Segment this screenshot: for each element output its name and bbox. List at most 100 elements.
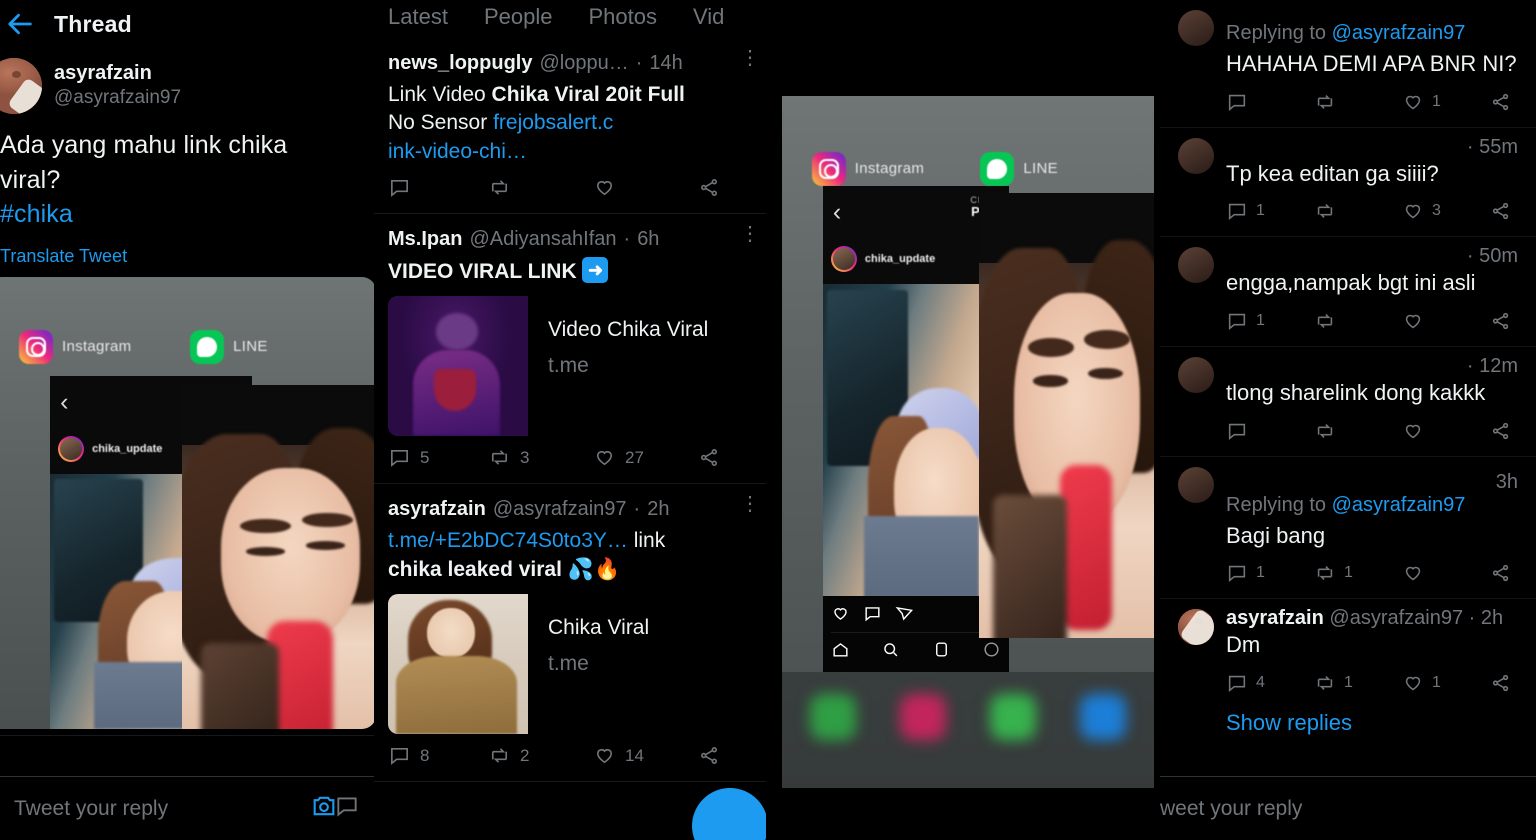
avatar[interactable]: [1178, 357, 1214, 394]
line-window-card: [182, 384, 374, 729]
avatar[interactable]: [1178, 466, 1214, 503]
avatar[interactable]: [1178, 247, 1214, 284]
telegram-link[interactable]: t.me/+E2bDC74S0to3Y…: [388, 529, 628, 552]
retweet-action[interactable]: 1: [1314, 562, 1402, 584]
like-action[interactable]: [593, 176, 698, 199]
dock-app-green-2: [990, 694, 1036, 740]
ig-avatar: [58, 435, 85, 462]
app-switcher-row: Instagram LINE: [19, 326, 345, 367]
replying-to-handle[interactable]: @asyrafzain97: [1332, 22, 1466, 44]
like-action[interactable]: [1402, 420, 1490, 442]
avatar[interactable]: [1178, 609, 1214, 646]
retweet-action[interactable]: [1314, 310, 1402, 332]
reply-action[interactable]: 4: [1226, 672, 1314, 694]
show-replies-link[interactable]: Show replies: [1226, 702, 1522, 746]
tab-photos[interactable]: Photos: [588, 4, 657, 30]
avatar[interactable]: [1178, 137, 1214, 174]
share-action[interactable]: [1490, 672, 1512, 694]
more-vertical-icon[interactable]: ⋮: [740, 48, 760, 68]
retweet-action[interactable]: 1: [1314, 672, 1402, 694]
like-action[interactable]: 3: [1402, 200, 1490, 222]
reply-composer-bar[interactable]: weet your reply: [1160, 776, 1536, 840]
share-action[interactable]: [698, 446, 721, 469]
hashtag-chika[interactable]: #chika: [0, 197, 362, 232]
more-vertical-icon[interactable]: ⋮: [740, 224, 760, 244]
right-twitter-replies-panel: Replying to @asyrafzain97 HAHAHA DEMI AP…: [1160, 0, 1536, 840]
like-action[interactable]: 1: [1402, 672, 1490, 694]
tab-videos[interactable]: Vid: [693, 4, 724, 30]
reply-action[interactable]: 8: [388, 744, 488, 767]
ig-username: chika_update: [92, 442, 163, 455]
reply-item[interactable]: Replying to @asyrafzain97 HAHAHA DEMI AP…: [1160, 0, 1536, 128]
retweet-action[interactable]: [488, 176, 593, 199]
instagram-icon: [811, 151, 846, 186]
reply-count: 1: [1256, 312, 1265, 330]
timestamp: · 55m: [1466, 135, 1518, 158]
profile-icon[interactable]: [982, 640, 1001, 664]
reply-item[interactable]: · 55m Tp kea editan ga siiii? 1 3: [1160, 128, 1536, 238]
reply-item[interactable]: asyrafzain @asyrafzain97 · 2h Dm 4 1 1 S…: [1160, 599, 1536, 752]
avatar[interactable]: [1178, 10, 1214, 46]
replying-to-handle[interactable]: @asyrafzain97: [1332, 494, 1466, 516]
share-action[interactable]: [1490, 91, 1512, 113]
share-action[interactable]: [1490, 562, 1512, 584]
search-result-tweet[interactable]: ⋮ asyrafzain @asyrafzain97 · 2h t.me/+E2…: [374, 484, 768, 783]
tweet-body-line-1: Ada yang mahu link chika: [0, 131, 288, 159]
reply-action[interactable]: [388, 176, 488, 199]
share-action[interactable]: [1490, 420, 1512, 442]
reply-input-placeholder[interactable]: weet your reply: [1160, 797, 1522, 821]
send-icon[interactable]: [895, 604, 914, 628]
link-preview-meta: Video Chika Viral t.me: [528, 296, 708, 436]
retweet-action[interactable]: 2: [488, 744, 593, 767]
reply-composer-bar[interactable]: Tweet your reply: [0, 776, 374, 840]
avatar[interactable]: [0, 58, 42, 114]
back-arrow-icon[interactable]: [6, 9, 36, 39]
comment-icon[interactable]: [863, 604, 882, 628]
reply-input-placeholder[interactable]: Tweet your reply: [14, 797, 310, 821]
like-action[interactable]: 14: [593, 744, 698, 767]
search-result-tweet[interactable]: ⋮ Ms.Ipan @AdiyansahIfan · 6h VIDEO VIRA…: [374, 214, 768, 485]
tab-latest[interactable]: Latest: [388, 4, 448, 30]
reply-item[interactable]: · 12m tlong sharelink dong kakkk: [1160, 347, 1536, 457]
retweet-action[interactable]: [1314, 420, 1402, 442]
reply-action[interactable]: 1: [1226, 200, 1314, 222]
share-action[interactable]: [1490, 310, 1512, 332]
timestamp: · 2h: [1468, 607, 1504, 630]
tweet-link-1[interactable]: frejobsalert.c: [493, 111, 613, 134]
retweet-action[interactable]: [1314, 200, 1402, 222]
panel-divider: [766, 0, 768, 840]
link-preview-title: Chika Viral: [548, 616, 650, 640]
share-action[interactable]: [698, 744, 721, 767]
more-vertical-icon[interactable]: ⋮: [740, 494, 760, 514]
reply-action[interactable]: 5: [388, 446, 488, 469]
retweet-action[interactable]: 3: [488, 446, 593, 469]
reply-action[interactable]: 1: [1226, 310, 1314, 332]
like-action[interactable]: [1402, 310, 1490, 332]
heart-icon[interactable]: [831, 604, 850, 628]
tweet-link-2[interactable]: ink-video-chi…: [388, 140, 527, 163]
like-action[interactable]: 27: [593, 446, 698, 469]
retweet-action[interactable]: [1314, 91, 1402, 113]
share-action[interactable]: [698, 176, 721, 199]
comment-icon[interactable]: [334, 793, 360, 824]
search-icon[interactable]: [881, 640, 900, 664]
translate-tweet-link[interactable]: Translate Tweet: [0, 232, 362, 267]
link-preview-card[interactable]: Chika Viral t.me: [388, 594, 756, 735]
share-action[interactable]: [1490, 200, 1512, 222]
like-action[interactable]: 1: [1402, 91, 1490, 113]
like-action[interactable]: [1402, 562, 1490, 584]
reels-icon[interactable]: [932, 640, 951, 664]
reply-action[interactable]: [1226, 420, 1314, 442]
home-icon[interactable]: [831, 640, 850, 664]
reply-item[interactable]: 3h Replying to @asyrafzain97 Bagi bang 1…: [1160, 457, 1536, 600]
reply-action[interactable]: 1: [1226, 562, 1314, 584]
handle: @loppu…: [539, 52, 629, 74]
tweet-media-photo[interactable]: Instagram LINE ‹ CHIKA Posti: [0, 276, 374, 729]
tab-people[interactable]: People: [484, 4, 553, 30]
reply-item[interactable]: · 50m engga,nampak bgt ini asli 1: [1160, 237, 1536, 348]
link-preview-card[interactable]: Video Chika Viral t.me: [388, 296, 756, 437]
search-result-tweet[interactable]: ⋮ news_loppugly @loppu… · 14h Link Video…: [374, 38, 768, 215]
compose-tweet-fab[interactable]: [692, 788, 768, 840]
reply-action[interactable]: [1226, 91, 1314, 113]
timestamp: · 50m: [1466, 245, 1518, 268]
